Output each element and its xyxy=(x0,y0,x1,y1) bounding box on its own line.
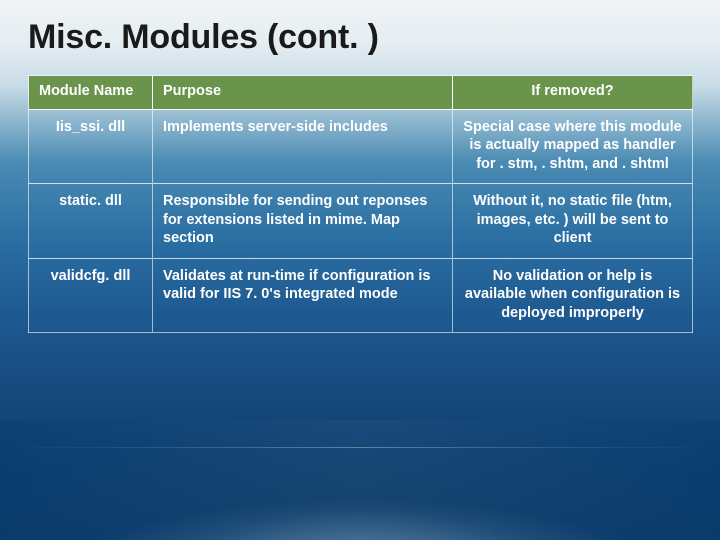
table-row: Iis_ssi. dll Implements server-side incl… xyxy=(29,109,693,184)
cell-module-name: validcfg. dll xyxy=(29,258,153,333)
table-row: validcfg. dll Validates at run-time if c… xyxy=(29,258,693,333)
modules-table: Module Name Purpose If removed? Iis_ssi.… xyxy=(28,75,693,333)
cell-if-removed: No validation or help is available when … xyxy=(453,258,693,333)
cell-purpose: Responsible for sending out reponses for… xyxy=(153,184,453,259)
title-wrap: Misc. Modules (cont. ) xyxy=(28,18,692,57)
cell-module-name: Iis_ssi. dll xyxy=(29,109,153,184)
cell-module-name: static. dll xyxy=(29,184,153,259)
col-header-module-name: Module Name xyxy=(29,76,153,110)
table-header: Module Name Purpose If removed? xyxy=(29,76,693,110)
cell-purpose: Implements server-side includes xyxy=(153,109,453,184)
cell-if-removed: Without it, no static file (htm, images,… xyxy=(453,184,693,259)
cell-if-removed: Special case where this module is actual… xyxy=(453,109,693,184)
table-row: static. dll Responsible for sending out … xyxy=(29,184,693,259)
col-header-purpose: Purpose xyxy=(153,76,453,110)
cell-purpose: Validates at run-time if configuration i… xyxy=(153,258,453,333)
slide: Misc. Modules (cont. ) Module Name Purpo… xyxy=(0,0,720,540)
page-title: Misc. Modules (cont. ) xyxy=(28,18,692,57)
col-header-if-removed: If removed? xyxy=(453,76,693,110)
